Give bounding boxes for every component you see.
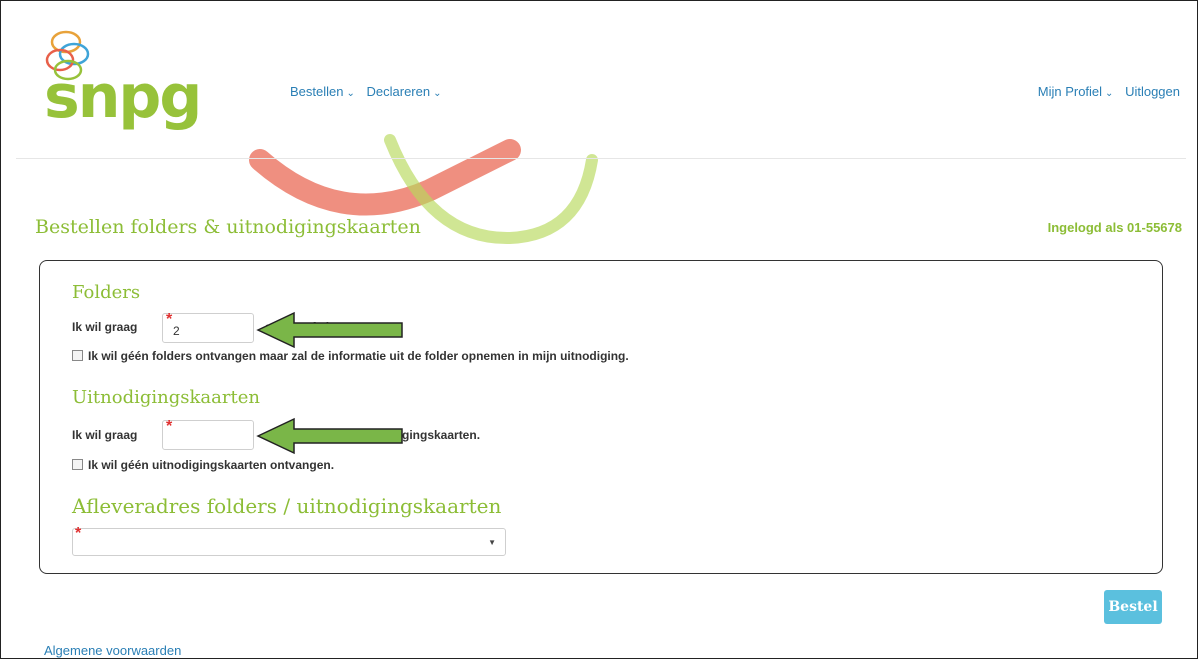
dropdown-caret-icon: ▼ [488,538,496,547]
invitations-heading: Uitnodigingskaarten [72,387,260,408]
folders-prefix-label: Ik wil graag [72,320,138,334]
folders-optout-row[interactable]: Ik wil géén folders ontvangen maar zal d… [72,349,629,363]
terms-link[interactable]: Algemene voorwaarden [44,643,181,658]
user-nav: Mijn Profiel ⌄ Uitloggen [1038,84,1180,99]
folders-heading: Folders [72,282,141,303]
logo-wordmark[interactable]: snpg [44,62,202,132]
bestel-button[interactable]: Bestel [1104,590,1162,624]
nav-mijn-profiel[interactable]: Mijn Profiel ⌄ [1038,84,1114,99]
required-asterisk-icon: * [166,311,173,328]
logged-in-status: Ingelogd als 01-55678 [1047,220,1182,235]
main-nav: Bestellen ⌄ Declareren ⌄ [290,84,441,99]
address-select[interactable]: * ▼ [72,525,506,556]
invitations-optout-checkbox[interactable] [72,459,83,470]
folders-quantity-input[interactable]: * 2 [162,311,254,343]
order-form-panel [39,260,1163,574]
required-asterisk-icon: * [166,418,173,435]
folders-optout-checkbox[interactable] [72,350,83,361]
nav-declareren[interactable]: Declareren ⌄ [367,84,442,99]
required-asterisk-icon: * [75,525,82,542]
invitations-suffix-label: gingskaarten. [402,428,481,442]
chevron-down-icon: ⌄ [433,88,442,99]
folders-suffix-label: s ... 100 f...k [265,320,333,334]
invitations-quantity-input[interactable]: * [162,418,254,450]
chevron-down-icon: ⌄ [346,88,355,99]
invitations-prefix-label: Ik wil graag [72,428,138,442]
chevron-down-icon: ⌄ [1105,88,1114,99]
nav-bestellen[interactable]: Bestellen ⌄ [290,84,355,99]
nav-uitloggen[interactable]: Uitloggen [1125,84,1180,99]
address-heading: Afleveradres folders / uitnodigingskaart… [72,494,502,518]
header-divider [16,158,1186,159]
invitations-optout-row[interactable]: Ik wil géén uitnodigingskaarten ontvange… [72,458,334,472]
page-title: Bestellen folders & uitnodigingskaarten [35,216,421,238]
